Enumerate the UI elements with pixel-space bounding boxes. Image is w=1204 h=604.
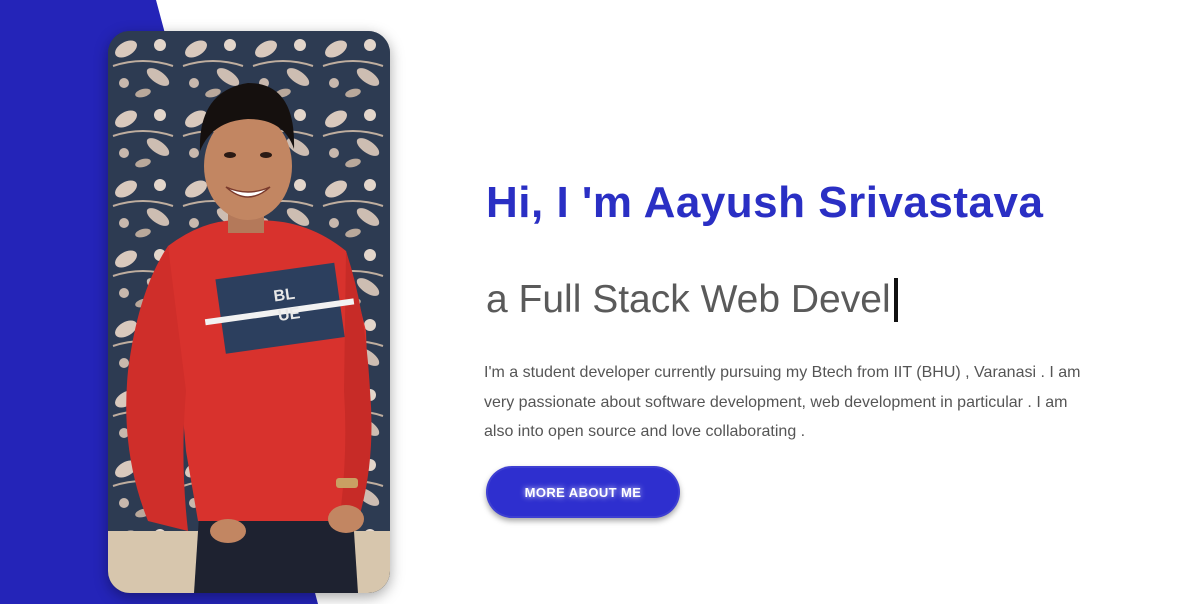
profile-photo: BL UE — [108, 31, 390, 593]
typewriter-text: a Full Stack Web Devel — [486, 278, 891, 321]
more-about-me-button[interactable]: MORE ABOUT ME — [486, 466, 680, 518]
bio-paragraph: I'm a student developer currently pursui… — [484, 364, 1081, 440]
shirt-print-line-2: UE — [277, 305, 302, 325]
shirt-print-line-1: BL — [273, 286, 297, 306]
hero-section: BL UE Hi, I 'm Aayush Srivastava a Full … — [0, 0, 1204, 604]
intro-heading: Hi, I 'm Aayush Srivastava — [486, 178, 1044, 227]
typing-cursor — [893, 278, 898, 322]
profile-photo-illustration: BL UE — [108, 31, 390, 593]
typewriter-role: a Full Stack Web Devel — [486, 278, 898, 322]
